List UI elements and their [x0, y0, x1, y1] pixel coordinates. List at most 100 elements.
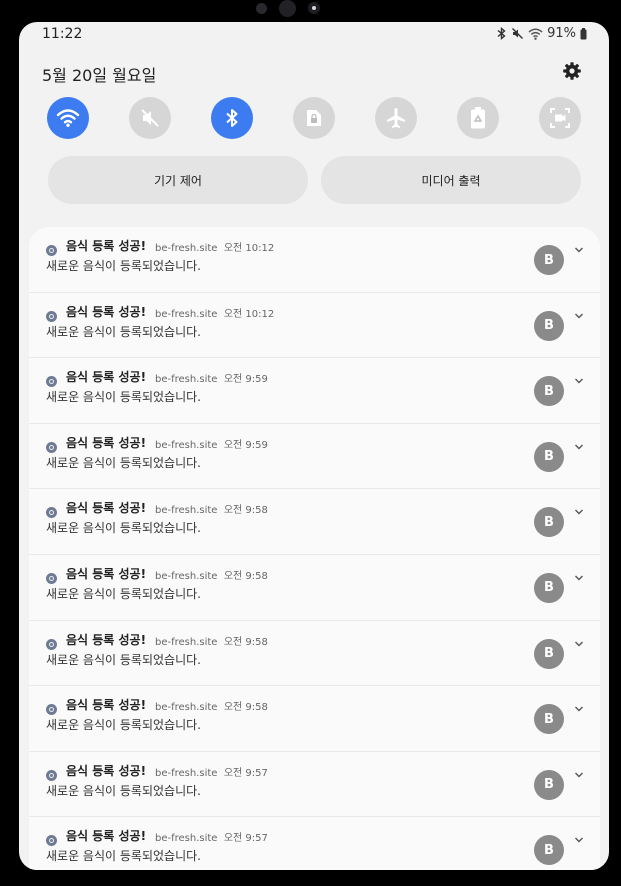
- chevron-down-icon[interactable]: [573, 635, 585, 647]
- notification-source: be-fresh.site 오전 9:58: [155, 698, 268, 713]
- avatar: B: [534, 376, 564, 407]
- bluetooth-icon: [226, 109, 238, 127]
- wifi-status-icon: [528, 28, 543, 40]
- sensor-dot: [256, 3, 267, 14]
- front-camera: [279, 0, 296, 17]
- notification-item[interactable]: 음식 등록 성공! be-fresh.site 오전 9:59 새로운 음식이 등록…: [29, 358, 600, 424]
- bluetooth-toggle[interactable]: [211, 97, 253, 139]
- notification-time: 오전 9:58: [223, 636, 268, 648]
- chevron-down-icon[interactable]: [573, 372, 585, 384]
- chevron-down-icon[interactable]: [573, 438, 585, 450]
- notification-item[interactable]: 음식 등록 성공! be-fresh.site 오전 9:57 새로운 음식이 등록…: [29, 751, 600, 818]
- notification-body: 새로운 음식이 등록되었습니다.: [46, 455, 201, 470]
- chevron-down-icon[interactable]: [573, 766, 585, 778]
- mute-icon: [141, 109, 159, 127]
- notification-title: 음식 등록 성공!: [66, 566, 147, 581]
- notification-site: be-fresh.site: [155, 308, 218, 320]
- notification-body: 새로운 음식이 등록되었습니다.: [46, 652, 201, 667]
- notification-list: 음식 등록 성공! be-fresh.site 오전 10:12 새로운 음식이 등…: [29, 227, 600, 870]
- secure-folder-toggle[interactable]: [293, 97, 335, 139]
- notification-title: 음식 등록 성공!: [66, 698, 147, 713]
- chrome-icon: [46, 372, 57, 388]
- avatar: B: [534, 245, 564, 275]
- notification-site: be-fresh.site: [155, 439, 218, 451]
- avatar: B: [534, 835, 564, 866]
- notification-time: 오전 10:12: [223, 308, 275, 320]
- status-bar: 11:22 91%: [19, 22, 609, 48]
- notification-body: 새로운 음식이 등록되었습니다.: [46, 259, 201, 273]
- camera-cutout: [0, 0, 621, 22]
- avatar: B: [534, 572, 564, 603]
- notification-time: 오전 10:12: [223, 243, 275, 254]
- notification-time: 오전 9:57: [223, 833, 268, 845]
- notification-item[interactable]: 음식 등록 성공! be-fresh.site 오전 9:58 새로운 음식이 등록…: [29, 686, 600, 752]
- notification-item[interactable]: 음식 등록 성공! be-fresh.site 오전 9:58 새로운 음식이 등록…: [29, 554, 600, 621]
- chevron-down-icon[interactable]: [573, 241, 585, 253]
- quick-settings-row: [47, 97, 581, 141]
- proximity-sensor: [308, 2, 320, 14]
- notification-item[interactable]: 음식 등록 성공! be-fresh.site 오전 10:12 새로운 음식이 등…: [29, 292, 600, 359]
- bluetooth-status-icon: [496, 27, 507, 40]
- notification-site: be-fresh.site: [155, 767, 218, 779]
- status-time: 11:22: [42, 26, 83, 42]
- airplane-mode-toggle[interactable]: [375, 97, 417, 139]
- status-icons: 91%: [496, 26, 587, 41]
- wifi-icon: [56, 109, 80, 127]
- sound-toggle[interactable]: [129, 97, 171, 139]
- notification-body: 새로운 음식이 등록되었습니다.: [46, 521, 201, 536]
- notification-title: 음식 등록 성공!: [66, 304, 147, 319]
- notification-body: 새로운 음식이 등록되었습니다.: [46, 849, 201, 864]
- settings-gear-icon[interactable]: [562, 61, 582, 81]
- notification-item[interactable]: 음식 등록 성공! be-fresh.site 오전 10:12 새로운 음식이 등…: [29, 227, 600, 293]
- chevron-down-icon[interactable]: [573, 569, 585, 581]
- secure-folder-icon: [307, 110, 321, 126]
- notification-site: be-fresh.site: [155, 505, 218, 517]
- chrome-icon: [46, 766, 57, 781]
- media-output-button[interactable]: 미디어 출력: [321, 156, 581, 204]
- wifi-toggle[interactable]: [47, 97, 89, 139]
- battery-percent: 91%: [547, 26, 576, 41]
- notification-panel: 11:22 91% 5월 20일 월요일 기기 제어 미디어 출력 음식 등록 …: [19, 22, 609, 870]
- notification-source: be-fresh.site 오전 9:57: [155, 764, 268, 779]
- notification-source: be-fresh.site 오전 10:12: [155, 239, 274, 254]
- notification-site: be-fresh.site: [155, 833, 218, 845]
- screen-recorder-toggle[interactable]: [539, 97, 581, 139]
- power-saving-toggle[interactable]: [457, 97, 499, 139]
- notification-source: be-fresh.site 오전 9:58: [155, 567, 268, 582]
- avatar: B: [534, 507, 564, 538]
- chrome-icon: [46, 307, 57, 322]
- notification-body: 새로운 음식이 등록되었습니다.: [46, 324, 201, 339]
- power-saving-icon: [471, 107, 485, 129]
- notification-title: 음식 등록 성공!: [66, 829, 147, 844]
- notification-title: 음식 등록 성공!: [66, 763, 147, 778]
- notification-time: 오전 9:58: [223, 505, 268, 517]
- chrome-icon: [46, 569, 57, 584]
- chevron-down-icon[interactable]: [573, 307, 585, 319]
- notification-source: be-fresh.site 오전 9:59: [155, 436, 268, 451]
- notification-site: be-fresh.site: [155, 636, 218, 648]
- notification-source: be-fresh.site 오전 10:12: [155, 305, 274, 320]
- chevron-down-icon[interactable]: [573, 831, 585, 843]
- notification-source: be-fresh.site 오전 9:58: [155, 633, 268, 648]
- notification-site: be-fresh.site: [155, 702, 218, 714]
- chevron-down-icon[interactable]: [573, 503, 585, 515]
- airplane-icon: [387, 108, 405, 128]
- notification-body: 새로운 음식이 등록되었습니다.: [46, 783, 201, 798]
- chrome-icon: [46, 700, 57, 716]
- avatar: B: [534, 310, 564, 341]
- chrome-icon: [46, 241, 57, 256]
- notification-source: be-fresh.site 오전 9:57: [155, 829, 268, 844]
- notification-item[interactable]: 음식 등록 성공! be-fresh.site 오전 9:59 새로운 음식이 등록…: [29, 423, 600, 490]
- notification-body: 새로운 음식이 등록되었습니다.: [46, 586, 201, 601]
- notification-item[interactable]: 음식 등록 성공! be-fresh.site 오전 9:58 새로운 음식이 등록…: [29, 489, 600, 555]
- avatar: B: [534, 441, 564, 472]
- notification-item[interactable]: 음식 등록 성공! be-fresh.site 오전 9:58 새로운 음식이 등록…: [29, 620, 600, 687]
- notification-body: 새로운 음식이 등록되었습니다.: [46, 718, 201, 733]
- notification-site: be-fresh.site: [155, 243, 218, 254]
- notification-item[interactable]: 음식 등록 성공! be-fresh.site 오전 9:57 새로운 음식이 등록…: [29, 817, 600, 870]
- device-control-button[interactable]: 기기 제어: [48, 156, 308, 204]
- panel-date: 5월 20일 월요일: [42, 66, 157, 85]
- notification-body: 새로운 음식이 등록되었습니다.: [46, 390, 201, 405]
- chevron-down-icon[interactable]: [573, 700, 585, 712]
- notification-time: 오전 9:58: [223, 570, 268, 582]
